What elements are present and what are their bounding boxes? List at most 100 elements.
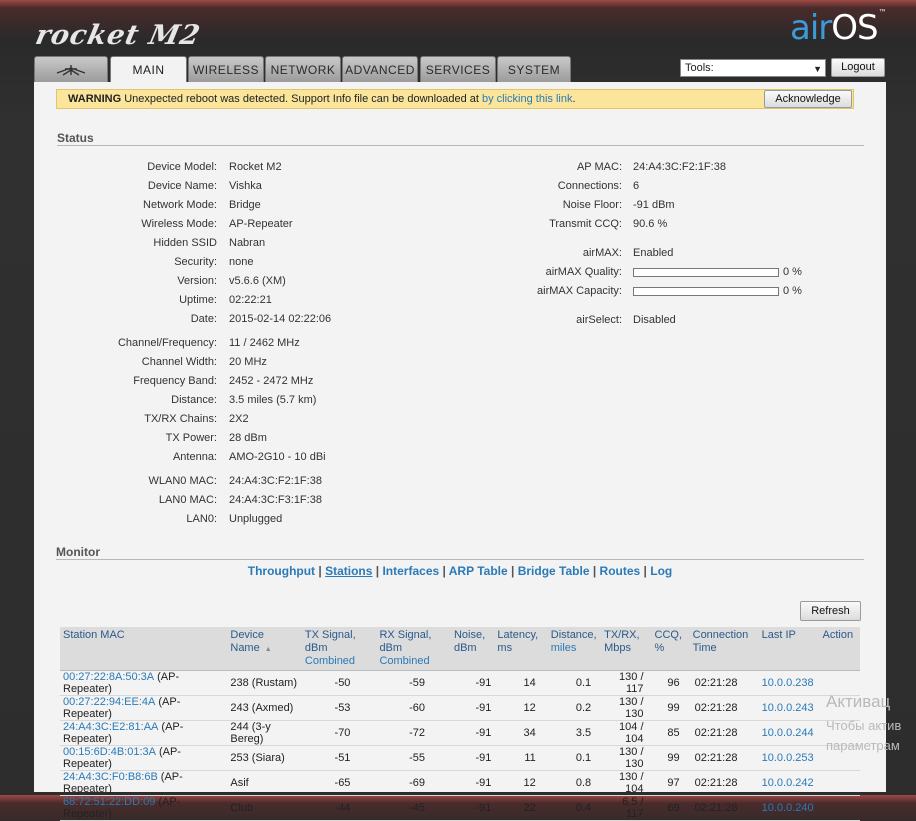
tx-signal-cell: -65 — [301, 770, 377, 796]
status-label: Distance: — [171, 394, 217, 406]
support-info-link[interactable]: by clicking this link — [482, 93, 572, 105]
station-mac-link[interactable]: 24:A4:3C:E2:81:AA — [63, 721, 158, 733]
column-header-action[interactable]: Action — [819, 627, 860, 671]
txrx-rate-cell: 104 / 104 — [601, 720, 652, 746]
noise-cell: -91 — [450, 720, 495, 746]
monitor-link-interfaces[interactable]: Interfaces — [382, 564, 439, 578]
monitor-link-bridge-table[interactable]: Bridge Table — [518, 564, 590, 578]
txrx-rate-cell: 6.5 / 117 — [601, 795, 652, 821]
tools-select[interactable]: Tools: ▼ — [680, 59, 826, 77]
latency-cell: 22 — [494, 795, 548, 821]
status-value: 2452 - 2472 MHz — [229, 375, 314, 387]
rx-signal-cell: -55 — [376, 745, 451, 771]
station-mac-link[interactable]: 68:72:51:22:DD:09 — [63, 796, 155, 808]
tx-signal-cell: -50 — [301, 670, 377, 696]
column-header-connection[interactable]: Connection Time — [689, 627, 759, 671]
connection-time-cell: 02:21:28 — [689, 695, 759, 721]
station-mac-link[interactable]: 00:27:22:8A:50:3A — [63, 671, 154, 683]
last-ip-cell: 10.0.0.253 — [758, 745, 820, 771]
station-mac-link[interactable]: 24:A4:3C:F0:B8:6B — [63, 771, 158, 783]
column-header-tx-rx[interactable]: TX/RX, Mbps — [601, 627, 652, 671]
column-header-label: Station MAC — [63, 629, 125, 641]
station-mac-cell: 68:72:51:22:DD:09 (AP-Repeater) — [60, 795, 228, 821]
status-label: Frequency Band: — [133, 375, 217, 387]
status-value: 3.5 miles (5.7 km) — [229, 394, 317, 406]
column-header-label: Action — [822, 629, 854, 641]
tab-advanced[interactable]: ADVANCED — [342, 56, 418, 82]
status-label: Hidden SSID — [153, 237, 217, 249]
status-label: Channel/Frequency: — [117, 337, 217, 349]
column-header-latency[interactable]: Latency, ms — [494, 627, 548, 671]
distance-cell: 0.1 — [547, 745, 602, 771]
link-separator: | — [439, 564, 449, 578]
last-ip-cell: 10.0.0.238 — [758, 670, 820, 696]
status-value: Enabled — [633, 247, 674, 259]
status-value: Rocket M2 — [229, 161, 282, 173]
refresh-button[interactable]: Refresh — [800, 601, 861, 621]
airmax-progress-bar — [633, 268, 779, 277]
tab-network[interactable]: NETWORK — [265, 56, 341, 82]
column-header-rx-signal-dbm[interactable]: RX Signal, dBm Combined — [376, 627, 451, 671]
monitor-section-title: Monitor — [56, 545, 100, 559]
warning-label: WARNING — [68, 93, 122, 105]
tab-wireless[interactable]: WIRELESS — [188, 56, 264, 82]
latency-cell: 12 — [494, 695, 548, 721]
warning-text: Unexpected reboot was detected. Support … — [124, 93, 479, 105]
station-mac-link[interactable]: 00:27:22:94:EE:4A — [63, 696, 155, 708]
status-divider — [57, 145, 864, 146]
last-ip-link[interactable]: 10.0.0.243 — [762, 702, 814, 714]
status-value: AMO-2G10 - 10 dBi — [229, 451, 326, 463]
tx-signal-cell: -44 — [301, 795, 377, 821]
column-header-sublabel: Time — [692, 642, 717, 654]
connection-time-cell: 02:21:28 — [689, 670, 759, 696]
tab-services[interactable]: SERVICES — [420, 56, 496, 82]
column-header-last-ip[interactable]: Last IP — [758, 627, 820, 671]
tab-system[interactable]: SYSTEM — [497, 56, 571, 82]
last-ip-link[interactable]: 10.0.0.244 — [762, 727, 814, 739]
station-mac-cell: 00:27:22:94:EE:4A (AP-Repeater) — [60, 695, 228, 721]
station-mac-link[interactable]: 00:15:6D:4B:01:3A — [63, 746, 156, 758]
action-cell — [819, 770, 860, 796]
monitor-link-stations[interactable]: Stations — [325, 564, 372, 578]
tab-main[interactable]: MAIN — [110, 56, 187, 83]
column-header-station-mac[interactable]: Station MAC — [60, 627, 228, 671]
logout-button[interactable]: Logout — [831, 58, 885, 77]
monitor-link-routes[interactable]: Routes — [600, 564, 641, 578]
latency-cell: 11 — [494, 745, 548, 771]
last-ip-link[interactable]: 10.0.0.238 — [762, 677, 814, 689]
column-header-tx-signal-dbm[interactable]: TX Signal, dBm Combined — [301, 627, 377, 671]
action-cell — [819, 795, 860, 821]
status-value: 11 / 2462 MHz — [229, 337, 300, 349]
table-row: 00:15:6D:4B:01:3A (AP-Repeater) 253 (Siara… — [60, 745, 860, 771]
status-label: Device Model: — [147, 161, 217, 173]
last-ip-link[interactable]: 10.0.0.240 — [762, 802, 814, 814]
status-label: Uptime: — [179, 294, 217, 306]
status-value: 2X2 — [229, 413, 249, 425]
status-value: Disabled — [633, 314, 676, 326]
status-label: airMAX Quality: — [545, 266, 622, 278]
acknowledge-button[interactable]: Acknowledge — [764, 90, 852, 108]
activation-watermark-title: Активац — [826, 692, 891, 711]
column-header-ccq[interactable]: CCQ,% — [651, 627, 690, 671]
last-ip-link[interactable]: 10.0.0.253 — [762, 752, 814, 764]
txrx-rate-cell: 130 / 130 — [601, 695, 652, 721]
column-header-device-name[interactable]: Device Name ▲ — [227, 627, 302, 671]
monitor-link-arp-table[interactable]: ARP Table — [449, 564, 508, 578]
table-row: 24:A4:3C:F0:B8:6B (AP-Repeater) Asif -65 -69… — [60, 770, 860, 796]
column-header-label: TX Signal, dBm — [304, 629, 356, 654]
last-ip-cell: 10.0.0.244 — [758, 720, 820, 746]
status-value: AP-Repeater — [229, 218, 293, 230]
tab-ubiquiti-logo[interactable] — [34, 56, 108, 82]
column-header-label: Last IP — [761, 629, 796, 641]
monitor-link-log[interactable]: Log — [650, 564, 672, 578]
monitor-link-throughput[interactable]: Throughput — [248, 564, 315, 578]
last-ip-link[interactable]: 10.0.0.242 — [762, 777, 814, 789]
column-header-noise[interactable]: Noise, dBm — [450, 627, 495, 671]
status-value: 0 % — [783, 266, 802, 278]
txrx-rate-cell: 130 / 104 — [601, 770, 652, 796]
table-row: 00:27:22:94:EE:4A (AP-Repeater) 243 (Axmed… — [60, 695, 860, 721]
status-label: Transmit CCQ: — [549, 218, 622, 230]
column-header-distance[interactable]: Distance, miles — [547, 627, 602, 671]
status-value: 28 dBm — [229, 432, 267, 444]
monitor-links: Throughput | Stations | Interfaces | ARP… — [34, 564, 886, 578]
